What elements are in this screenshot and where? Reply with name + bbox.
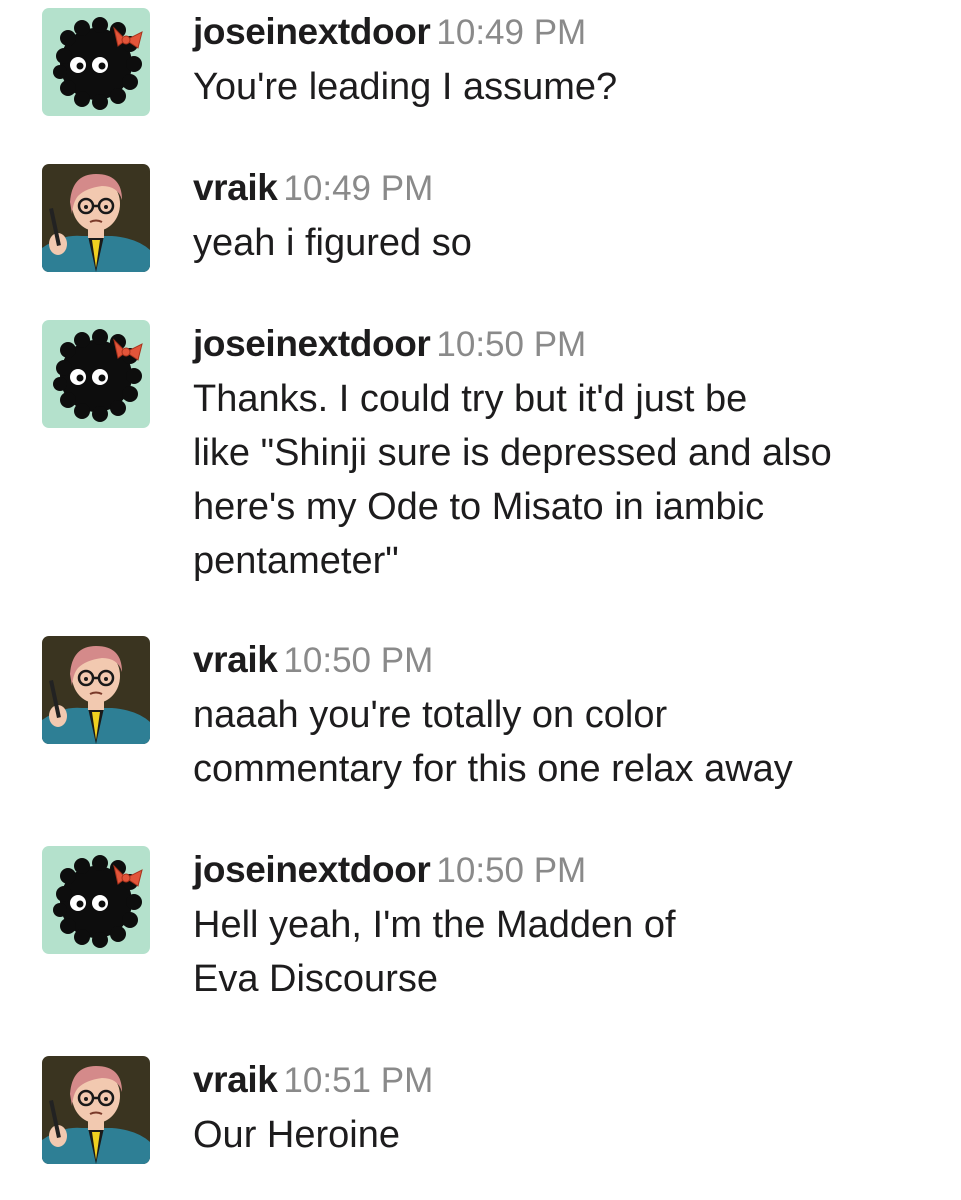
username[interactable]: vraik xyxy=(193,639,278,680)
timestamp[interactable]: 10:49 PM xyxy=(436,13,586,52)
message-line: naaah you're totally on color xyxy=(193,694,668,736)
username[interactable]: joseinextdoor xyxy=(193,11,431,52)
message-text: Thanks. I could try but it'd just be lik… xyxy=(193,372,933,588)
comic-woman-avatar[interactable] xyxy=(42,636,150,744)
timestamp[interactable]: 10:51 PM xyxy=(283,1061,433,1100)
message-list: joseinextdoor 10:49 PM You're leading I a… xyxy=(0,0,961,1200)
username[interactable]: joseinextdoor xyxy=(193,849,431,890)
message-text: Our Heroine xyxy=(193,1108,933,1162)
message-text: You're leading I assume? xyxy=(193,60,933,114)
message-line: Hell yeah, I'm the Madden of xyxy=(193,904,676,946)
soot-sprite-avatar[interactable] xyxy=(42,846,150,954)
message-line: yeah i figured so xyxy=(193,222,472,264)
timestamp[interactable]: 10:50 PM xyxy=(436,325,586,364)
soot-sprite-avatar[interactable] xyxy=(42,320,150,428)
message-line: here's my Ode to Misato in iambic xyxy=(193,486,765,528)
timestamp[interactable]: 10:49 PM xyxy=(283,169,433,208)
timestamp[interactable]: 10:50 PM xyxy=(283,641,433,680)
message-text: yeah i figured so xyxy=(193,216,933,270)
soot-sprite-avatar[interactable] xyxy=(42,8,150,116)
comic-woman-avatar[interactable] xyxy=(42,164,150,272)
message-line: Thanks. I could try but it'd just be xyxy=(193,378,748,420)
timestamp[interactable]: 10:50 PM xyxy=(436,851,586,890)
message-line: commentary for this one relax away xyxy=(193,748,793,790)
message-line: You're leading I assume? xyxy=(193,66,618,108)
message-line: Our Heroine xyxy=(193,1114,400,1156)
message-text: naaah you're totally on color commentary… xyxy=(193,688,933,796)
message-text: Hell yeah, I'm the Madden of Eva Discour… xyxy=(193,898,933,1006)
message-line: pentameter" xyxy=(193,540,399,582)
username[interactable]: vraik xyxy=(193,167,278,208)
message-line: like "Shinji sure is depressed and also xyxy=(193,432,832,474)
username[interactable]: joseinextdoor xyxy=(193,323,431,364)
username[interactable]: vraik xyxy=(193,1059,278,1100)
message-line: Eva Discourse xyxy=(193,958,438,1000)
comic-woman-avatar[interactable] xyxy=(42,1056,150,1164)
